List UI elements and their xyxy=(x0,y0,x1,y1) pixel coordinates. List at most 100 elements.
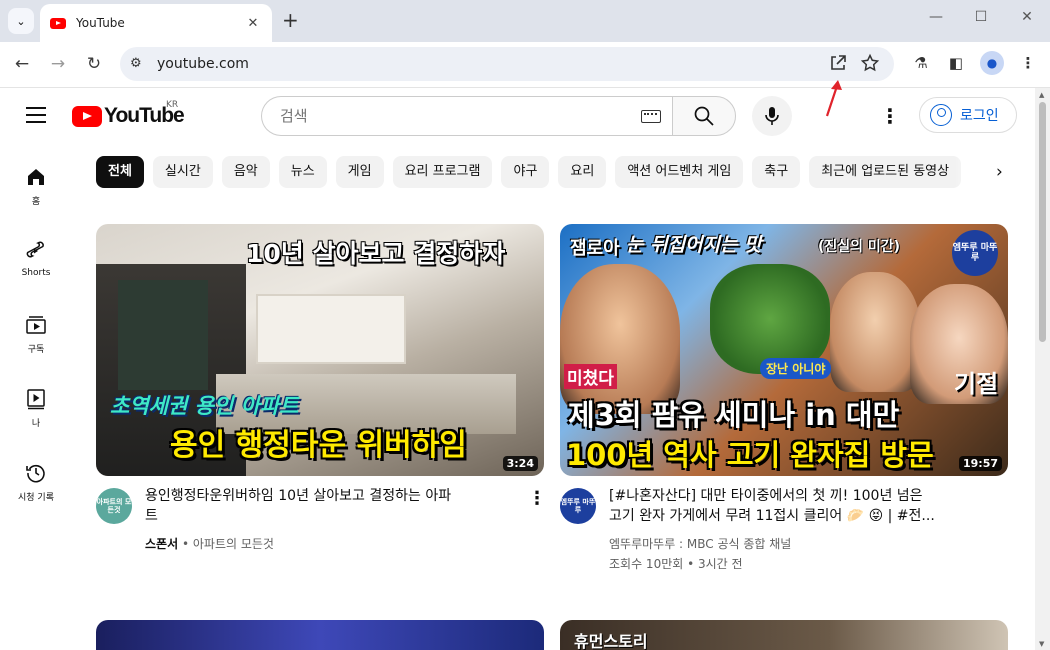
thumbnail-label: 미쳤다 xyxy=(564,364,617,389)
video-thumbnail[interactable]: 10년 살아보고 결정하자 초역세권 용인 아파트 용인 행정타운 위버하임 3… xyxy=(96,224,544,476)
chip-cooking-shows[interactable]: 요리 프로그램 xyxy=(392,156,493,188)
guide-item-shorts[interactable]: Shorts xyxy=(4,240,68,278)
subscriptions-icon xyxy=(26,316,46,334)
thumbnail-top-text: 눈 뒤집어지는 맛 xyxy=(626,234,762,256)
video-duration: 19:57 xyxy=(958,456,1002,471)
channel-avatar[interactable]: 아파트의 모든것 xyxy=(96,488,132,524)
keyboard-icon[interactable] xyxy=(641,110,661,123)
search-button[interactable] xyxy=(672,96,736,136)
chips-fade xyxy=(955,156,995,188)
guide-label-home: 홈 xyxy=(31,197,41,207)
chip-soccer[interactable]: 축구 xyxy=(752,156,801,188)
video-thumbnail[interactable]: 잼로아 눈 뒤집어지는 맛 (진실의 미간) 엠뚜루 마뚜루 미쳤다 장난 아니… xyxy=(560,224,1008,476)
thumbnail-main-text: 제3회 팜유 세미나 in 대만 xyxy=(568,398,900,432)
thumbnail-label: 기절 xyxy=(954,370,999,398)
chip-action-adventure[interactable]: 액션 어드벤처 게임 xyxy=(615,156,744,188)
channel-name[interactable]: 아파트의 모든것 xyxy=(193,537,274,551)
video-more-actions-icon[interactable]: ⋮ xyxy=(528,488,546,509)
chip-cooking[interactable]: 요리 xyxy=(558,156,607,188)
guide-label-subscriptions: 구독 xyxy=(27,345,45,355)
guide-item-subscriptions[interactable]: 구독 xyxy=(4,314,68,355)
forward-arrow-icon[interactable]: → xyxy=(46,54,70,74)
open-in-app-icon[interactable] xyxy=(828,53,848,73)
you-icon xyxy=(27,389,45,410)
microphone-icon xyxy=(765,107,779,125)
guide-label-history: 시청 기록 xyxy=(18,493,54,503)
browser-tab-strip: ⌄ YouTube ✕ + — ☐ ✕ xyxy=(0,0,1050,42)
video-duration: 3:24 xyxy=(502,456,538,471)
thumbnail-top-text: (진실의 미간) xyxy=(818,239,901,255)
tab-close-icon[interactable]: ✕ xyxy=(244,16,262,31)
settings-more-icon[interactable]: ⋮ xyxy=(880,104,900,128)
chips-next-chevron-icon[interactable]: › xyxy=(996,162,1003,182)
account-icon xyxy=(930,104,952,126)
search-input[interactable] xyxy=(280,107,620,125)
meta-separator: • xyxy=(181,537,193,551)
video-title-line: [#나혼자산다] 대만 타이중에서의 첫 끼! 100년 넘은 xyxy=(609,488,923,504)
history-icon xyxy=(26,464,45,483)
guide-item-home[interactable]: 홈 xyxy=(4,166,68,207)
home-icon xyxy=(28,169,44,185)
shorts-icon xyxy=(26,241,44,258)
video-meta: 스폰서 • 아파트의 모든것 xyxy=(145,535,274,554)
chip-music[interactable]: 음악 xyxy=(221,156,270,188)
thumbnail-tag: 초역세권 용인 아파트 xyxy=(110,394,299,418)
thumbnail-top-text: 휴먼스토리 xyxy=(574,632,648,650)
browser-menu-icon[interactable]: ⋮ xyxy=(1017,54,1039,72)
video-stats: 조회수 10만회 • 3시간 전 xyxy=(609,557,743,571)
channel-avatar[interactable]: 엠뚜루 마뚜루 xyxy=(560,488,596,524)
video-title-line: 용인행정타운위버하임 10년 살아보고 결정하는 아파 xyxy=(145,488,452,504)
new-tab-button[interactable]: + xyxy=(282,10,299,30)
scroll-up-icon[interactable]: ▲ xyxy=(1039,91,1044,99)
chip-live[interactable]: 실시간 xyxy=(152,156,213,188)
voice-search-button[interactable] xyxy=(752,96,792,136)
close-window-button[interactable]: ✕ xyxy=(1012,9,1042,25)
thumbnail-top-text: 잼로아 xyxy=(570,238,620,259)
video-title-line: 트 xyxy=(145,508,158,524)
video-title[interactable]: 용인행정타운위버하임 10년 살아보고 결정하는 아파 트 xyxy=(145,486,525,526)
category-chips-bar: 전체 실시간 음악 뉴스 게임 요리 프로그램 야구 요리 액션 어드벤처 게임 축구 최근에 업로… xyxy=(96,156,995,188)
search-icon xyxy=(694,106,714,126)
maximize-button[interactable]: ☐ xyxy=(966,9,996,25)
thumbnail-channel-badge: 엠뚜루 마뚜루 xyxy=(952,230,998,276)
browser-toolbar: ← → ↻ ⚙ youtube.com ⚗ ◧ ● ⋮ xyxy=(0,42,1050,88)
chip-games[interactable]: 게임 xyxy=(335,156,384,188)
thumbnail-label: 장난 아니야 xyxy=(760,358,832,379)
browser-tab-youtube[interactable]: YouTube ✕ xyxy=(40,4,272,42)
search-box xyxy=(261,96,673,136)
tab-title: YouTube xyxy=(76,16,125,30)
back-arrow-icon[interactable]: ← xyxy=(10,54,34,74)
site-settings-icon[interactable]: ⚙ xyxy=(130,56,142,71)
thumbnail-main-text: 100년 역사 고기 완자집 방문 xyxy=(566,438,934,472)
minimize-button[interactable]: — xyxy=(921,9,951,25)
thumbnail-headline: 10년 살아보고 결정하자 xyxy=(246,239,506,268)
reload-icon[interactable]: ↻ xyxy=(82,54,106,74)
url-text[interactable]: youtube.com xyxy=(157,56,249,72)
guide-label-you: 나 xyxy=(31,419,41,429)
guide-menu-icon[interactable] xyxy=(26,107,46,123)
youtube-logo-icon xyxy=(72,105,102,127)
region-code: KR xyxy=(166,100,179,110)
scroll-down-icon[interactable]: ▼ xyxy=(1039,640,1044,648)
sign-in-button[interactable]: 로그인 xyxy=(919,97,1017,133)
chip-recently-uploaded[interactable]: 최근에 업로드된 동영상 xyxy=(809,156,962,188)
video-title[interactable]: [#나혼자산다] 대만 타이중에서의 첫 끼! 100년 넘은 고기 완자 가게… xyxy=(609,486,999,526)
page-scrollbar[interactable]: ▲ ▼ xyxy=(1035,88,1050,650)
guide-item-history[interactable]: 시청 기록 xyxy=(4,462,68,503)
profile-avatar-icon[interactable]: ● xyxy=(980,51,1004,75)
channel-name[interactable]: 엠뚜루마뚜루 : MBC 공식 종합 채널 xyxy=(609,535,791,554)
guide-item-you[interactable]: 나 xyxy=(4,388,68,429)
side-panel-icon[interactable]: ◧ xyxy=(945,54,967,72)
video-thumbnail[interactable] xyxy=(96,620,544,650)
chip-news[interactable]: 뉴스 xyxy=(278,156,327,188)
tab-search-chevron-icon[interactable]: ⌄ xyxy=(8,8,34,34)
bookmark-star-icon[interactable] xyxy=(860,53,880,73)
labs-flask-icon[interactable]: ⚗ xyxy=(910,54,932,72)
chip-baseball[interactable]: 야구 xyxy=(501,156,550,188)
chip-all[interactable]: 전체 xyxy=(96,156,144,188)
sponsor-label: 스폰서 xyxy=(145,537,179,551)
youtube-favicon-icon xyxy=(50,17,66,29)
address-bar[interactable]: ⚙ youtube.com xyxy=(120,47,894,81)
scroll-thumb[interactable] xyxy=(1039,102,1046,342)
video-thumbnail[interactable]: 휴먼스토리 xyxy=(560,620,1008,650)
